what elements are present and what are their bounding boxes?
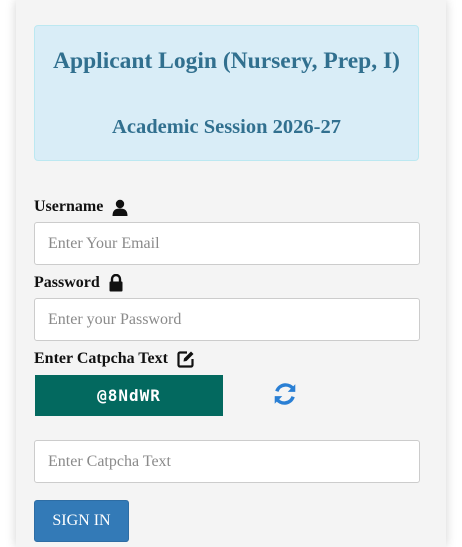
lock-icon — [109, 274, 123, 292]
password-input[interactable] — [34, 298, 420, 341]
captcha-label: Enter Catpcha Text — [34, 350, 168, 367]
page-title: Applicant Login (Nursery, Prep, I) — [53, 48, 400, 74]
captcha-input[interactable] — [34, 440, 420, 483]
login-card: Applicant Login (Nursery, Prep, I) Acade… — [16, 0, 446, 547]
header-panel: Applicant Login (Nursery, Prep, I) Acade… — [34, 25, 419, 161]
captcha-image: @8NdWR — [35, 375, 223, 416]
username-input[interactable] — [34, 222, 420, 265]
username-label-row: Username — [34, 196, 128, 218]
user-icon — [112, 199, 128, 216]
session-subtitle: Academic Session 2026-27 — [112, 116, 341, 138]
sign-in-button[interactable]: SIGN IN — [34, 500, 129, 542]
edit-icon — [177, 350, 195, 368]
refresh-icon[interactable] — [272, 381, 298, 407]
username-label: Username — [34, 198, 104, 215]
password-label: Password — [34, 274, 100, 291]
captcha-label-row: Enter Catpcha Text — [34, 348, 195, 370]
password-label-row: Password — [34, 272, 123, 294]
